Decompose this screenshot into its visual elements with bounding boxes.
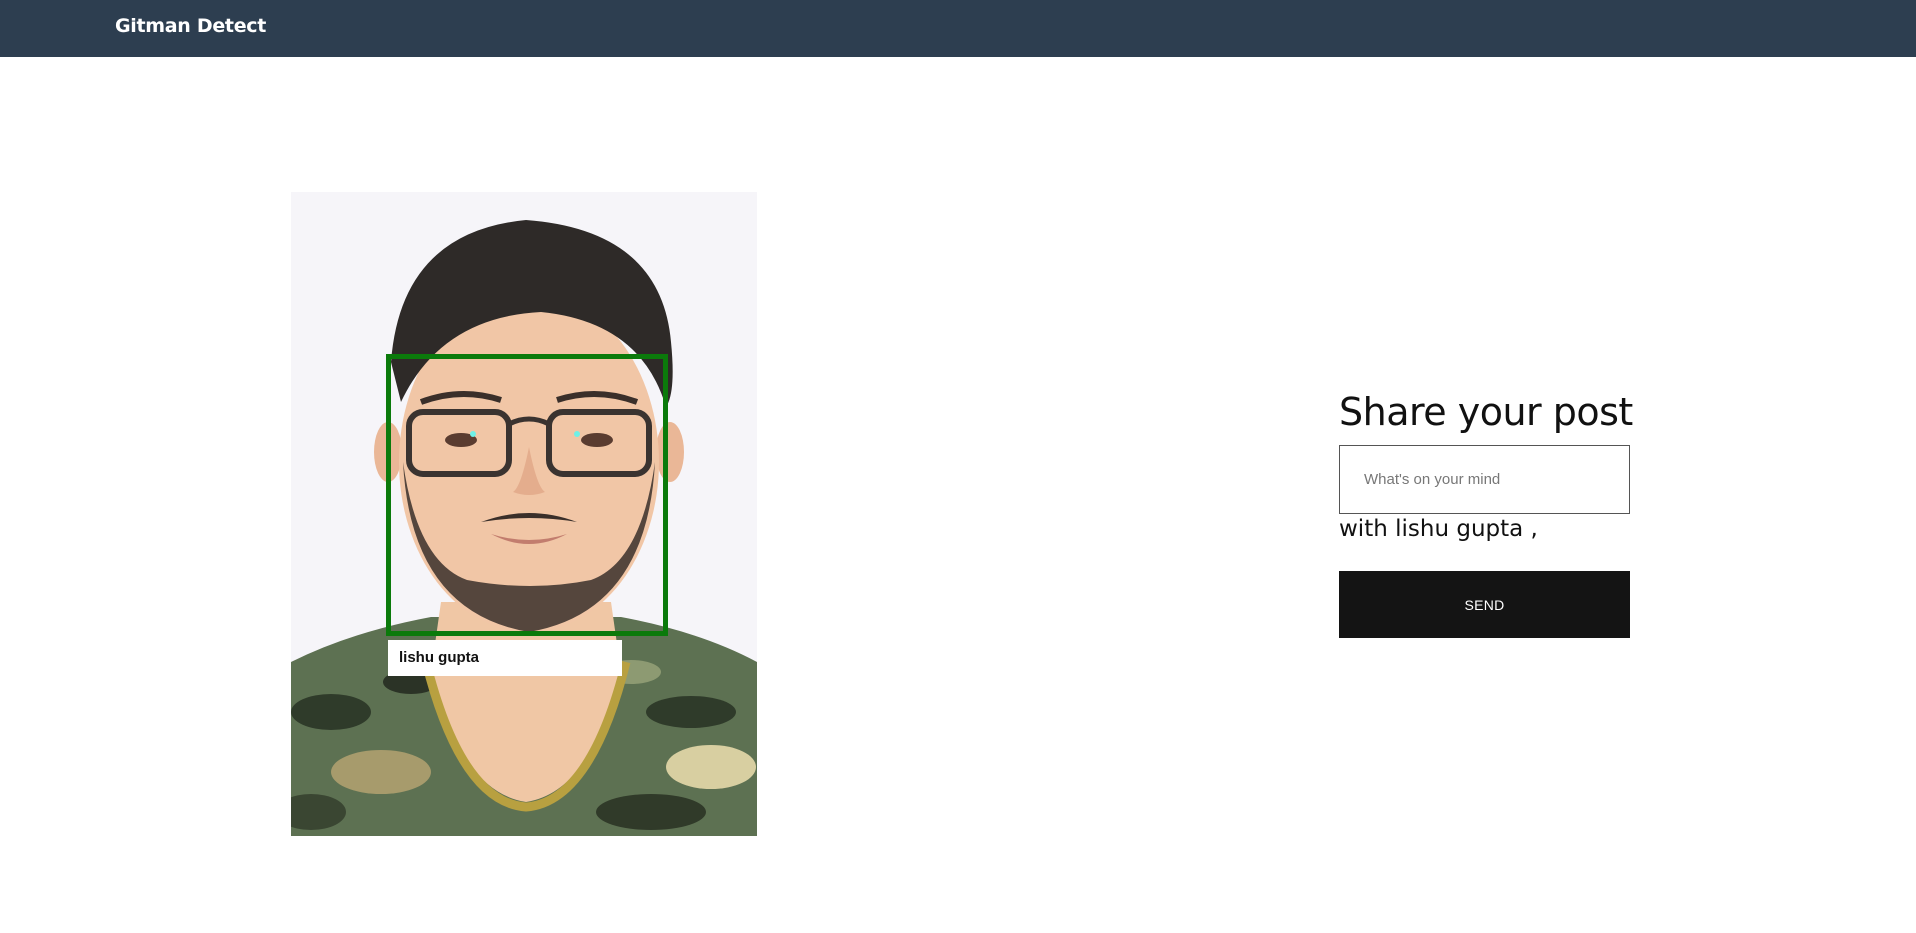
post-input[interactable] (1339, 445, 1630, 514)
face-detection-box (386, 354, 668, 636)
top-navbar: Gitman Detect (0, 0, 1916, 57)
tagged-user-line: with lishu gupta , (1339, 516, 1538, 542)
tagged-user-name: lishu gupta , (1395, 516, 1538, 542)
uploaded-photo: lishu gupta (291, 192, 757, 836)
share-title: Share your post (1339, 390, 1633, 434)
face-detection-label: lishu gupta (388, 640, 622, 676)
send-button[interactable]: SEND (1339, 571, 1630, 638)
with-prefix: with (1339, 516, 1388, 542)
brand-logo[interactable]: Gitman Detect (115, 15, 266, 37)
